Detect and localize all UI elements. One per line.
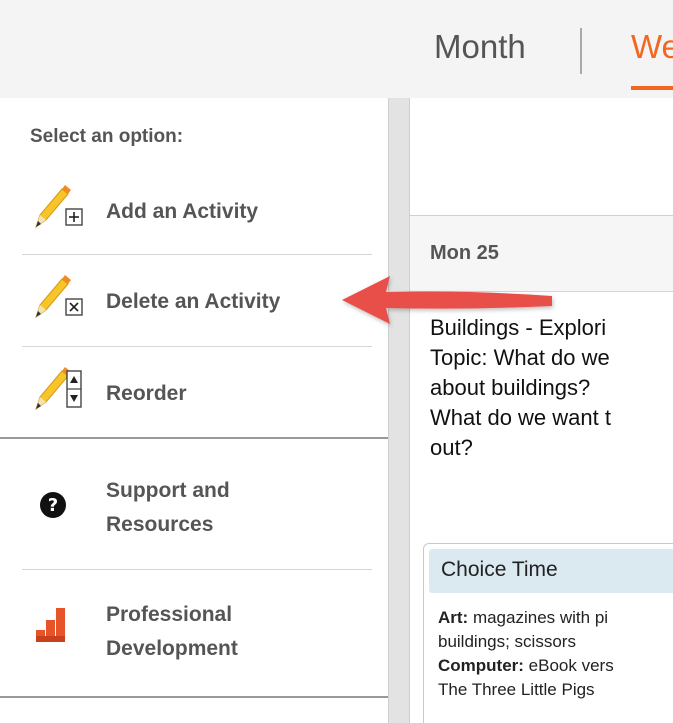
active-tab-underline <box>631 86 673 90</box>
tab-week[interactable]: We <box>631 28 673 66</box>
add-activity-label: Add an Activity <box>106 200 259 223</box>
section-divider <box>0 437 388 439</box>
menu-divider <box>22 254 372 255</box>
steps-chart-icon <box>36 608 68 649</box>
reorder-label: Reorder <box>106 382 187 405</box>
delete-activity-label: Delete an Activity <box>106 290 281 313</box>
sidebar-gutter <box>388 98 410 723</box>
lesson-line: out? <box>430 435 473 460</box>
reorder-button[interactable]: Reorder <box>22 355 372 435</box>
menu-divider <box>22 569 372 570</box>
add-activity-button[interactable]: Add an Activity <box>22 175 372 255</box>
card-header: Choice Time <box>429 549 673 593</box>
entry-text: The Three Little Pigs <box>438 680 595 699</box>
card-entry: The Three Little Pigs <box>438 678 673 702</box>
entry-text: eBook vers <box>523 656 614 675</box>
delete-activity-button[interactable]: Delete an Activity <box>22 265 372 345</box>
lesson-line: about buildings? <box>430 375 591 400</box>
support-resources-link[interactable]: ? Support and Resources <box>22 470 372 560</box>
pencil-delete-icon <box>32 273 88 328</box>
lesson-line: Topic: What do we <box>430 345 610 370</box>
day-label: Mon 25 <box>430 242 499 264</box>
lesson-line: What do we want t <box>430 405 611 430</box>
pencil-add-icon <box>32 183 88 238</box>
professional-development-link[interactable]: Professional Development <box>22 592 372 682</box>
tab-month[interactable]: Month <box>434 28 526 66</box>
svg-text:?: ? <box>48 495 58 516</box>
pencil-reorder-icon <box>32 361 88 420</box>
arrow-left-icon <box>338 268 558 337</box>
view-switcher-bar <box>0 0 673 98</box>
entry-text: buildings; scissors <box>438 632 576 651</box>
card-title: Choice Time <box>441 558 558 581</box>
help-circle-icon: ? <box>38 490 68 525</box>
professional-development-label: Professional Development <box>106 603 238 660</box>
entry-label: Art: <box>438 608 469 627</box>
section-divider <box>0 696 388 698</box>
select-option-prompt: Select an option: <box>30 126 184 147</box>
choice-time-card[interactable]: Choice Time Art: magazines with pi build… <box>423 543 673 723</box>
entry-label: Computer: <box>438 656 524 675</box>
entry-text: magazines with pi <box>468 608 609 627</box>
card-entry: Art: magazines with pi <box>438 606 673 630</box>
support-resources-label: Support and Resources <box>106 479 230 536</box>
tab-separator <box>580 28 582 74</box>
card-entry: Computer: eBook vers <box>438 654 673 678</box>
card-entry: buildings; scissors <box>438 630 673 654</box>
card-body: Art: magazines with pi buildings; scisso… <box>438 606 673 702</box>
menu-divider <box>22 346 372 347</box>
